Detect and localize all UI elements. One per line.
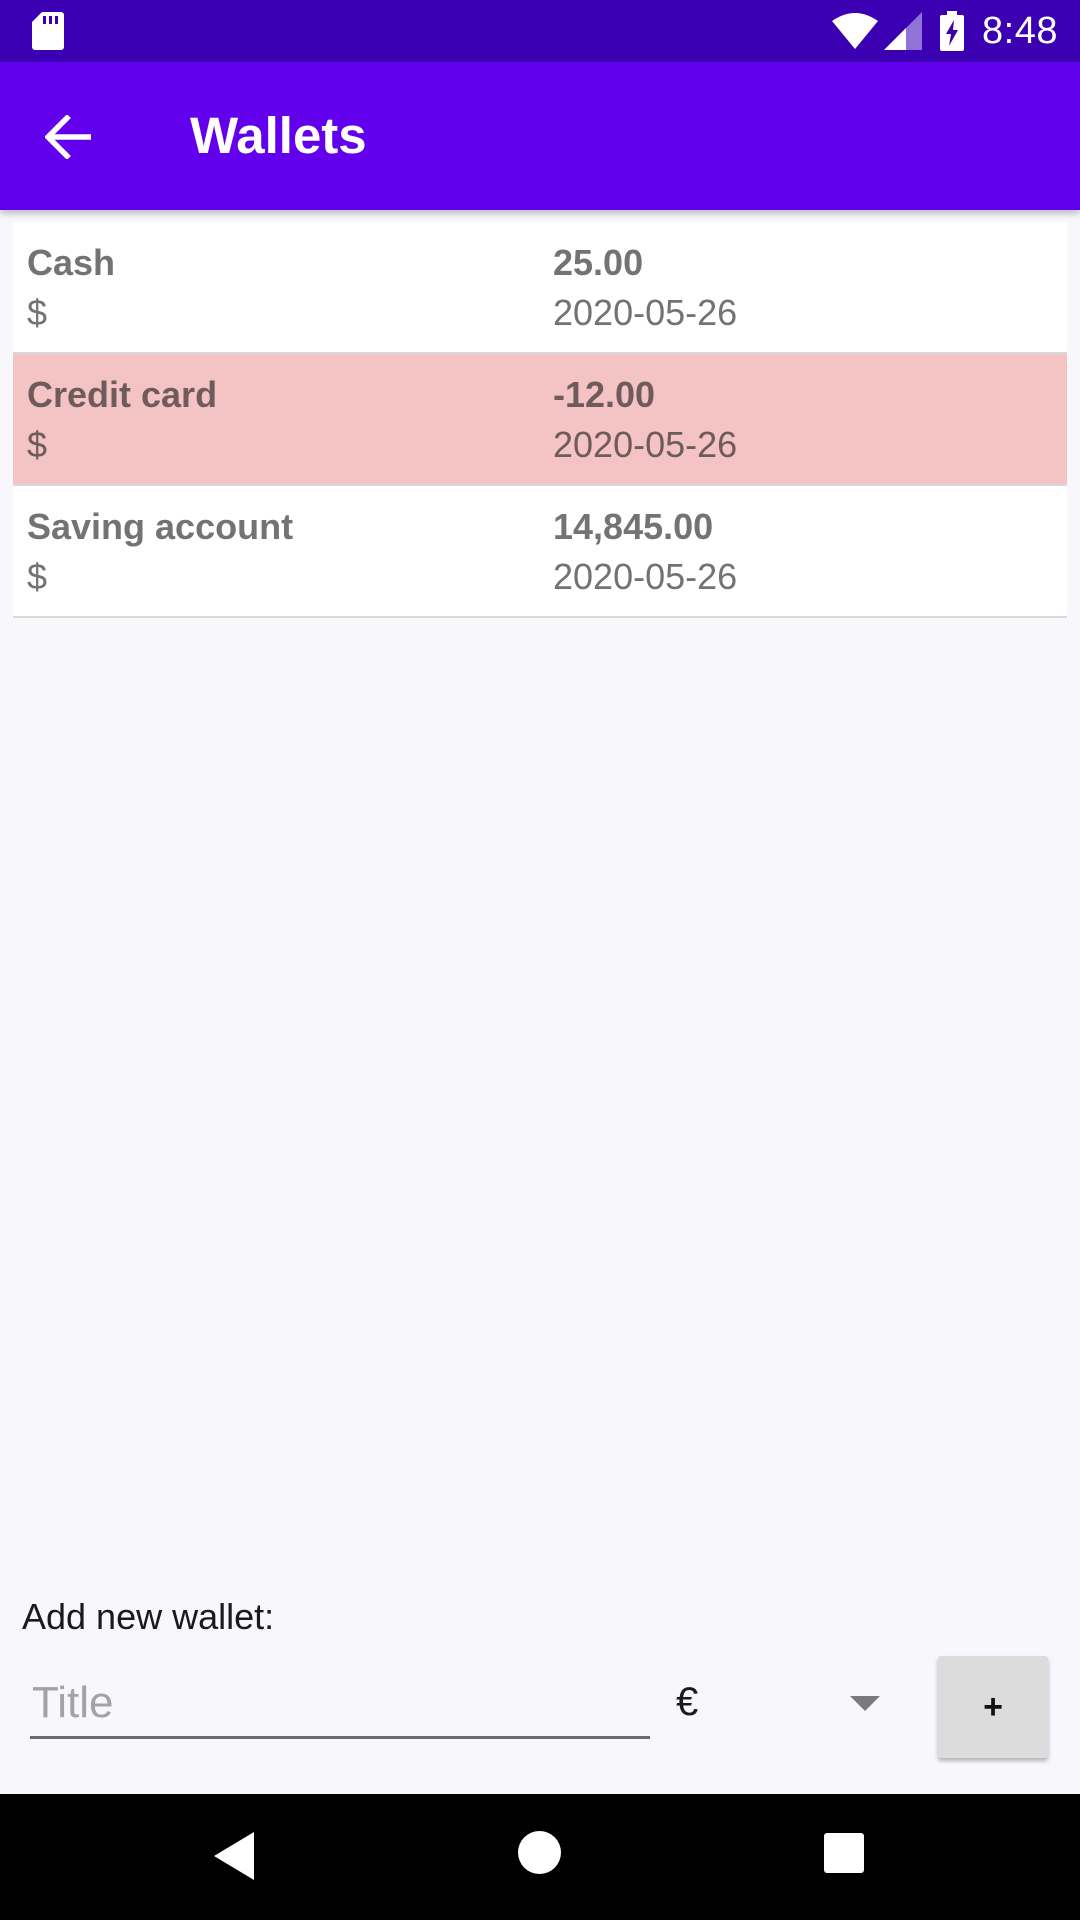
add-wallet-label: Add new wallet: — [22, 1596, 275, 1637]
wallet-date: 2020-05-26 — [553, 556, 738, 597]
wallet-row-credit-card[interactable]: Credit card $ -12.00 2020-05-26 — [13, 354, 1067, 486]
navigation-bar — [0, 1794, 1080, 1920]
status-icons: 8:48 — [832, 0, 1058, 62]
wallet-title-input[interactable] — [30, 1670, 650, 1739]
wallet-row-cash[interactable]: Cash $ 25.00 2020-05-26 — [13, 222, 1067, 354]
add-wallet-button[interactable]: + — [938, 1656, 1048, 1758]
wallet-row-saving-account[interactable]: Saving account $ 14,845.00 2020-05-26 — [13, 486, 1067, 618]
wifi-icon — [832, 13, 879, 49]
wallet-name: Cash — [27, 242, 116, 283]
screen: 8:48 Wallets Cash $ 25.00 2020-05-26 Cre… — [0, 0, 1080, 1920]
currency-selected-value: € — [676, 1680, 699, 1724]
wallet-balance: 14,845.00 — [553, 506, 714, 547]
app-bar: Wallets — [0, 62, 1080, 210]
battery-charging-icon — [940, 11, 965, 51]
wallet-currency: $ — [27, 292, 48, 333]
wallet-name: Saving account — [27, 506, 294, 547]
currency-dropdown[interactable]: € — [676, 1670, 886, 1736]
status-clock: 8:48 — [982, 9, 1058, 52]
wallet-date: 2020-05-26 — [553, 292, 738, 333]
wallet-balance: 25.00 — [553, 242, 644, 283]
wallet-currency: $ — [27, 424, 48, 465]
back-button[interactable] — [34, 102, 104, 172]
nav-back-icon[interactable] — [214, 1832, 254, 1880]
status-bar: 8:48 — [0, 0, 1080, 62]
arrow-left-icon — [45, 115, 91, 159]
wallet-name: Credit card — [27, 374, 218, 415]
page-title: Wallets — [190, 107, 367, 164]
sd-card-icon — [32, 12, 64, 50]
nav-recents-icon[interactable] — [824, 1833, 864, 1873]
signal-icon — [884, 12, 923, 50]
dropdown-arrow-icon — [850, 1696, 880, 1711]
wallet-currency: $ — [27, 556, 48, 597]
wallet-list: Cash $ 25.00 2020-05-26 Credit card $ -1… — [13, 222, 1067, 618]
nav-home-icon[interactable] — [518, 1831, 561, 1874]
wallet-date: 2020-05-26 — [553, 424, 738, 465]
wallet-balance: -12.00 — [553, 374, 656, 415]
